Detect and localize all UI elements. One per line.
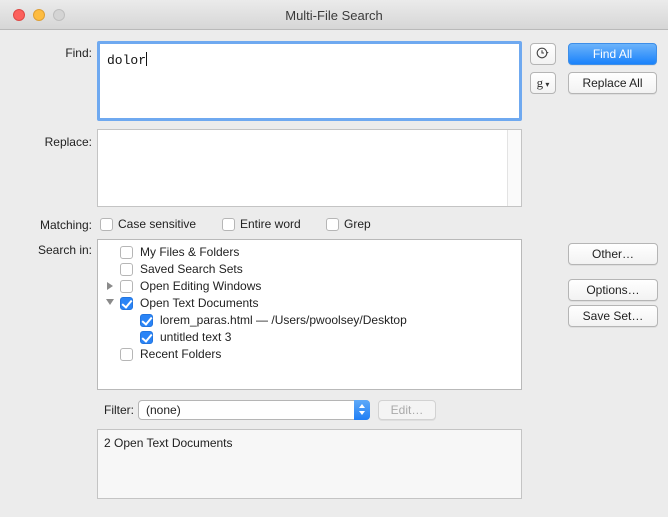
filter-popup[interactable]: (none) xyxy=(138,400,370,420)
find-field[interactable]: dolor xyxy=(97,41,522,121)
replace-label: Replace: xyxy=(44,135,92,149)
open-editing-windows-checkbox[interactable] xyxy=(120,280,133,293)
list-item: Saved Search Sets xyxy=(140,262,243,276)
options-button[interactable]: Options… xyxy=(568,279,658,301)
find-all-button[interactable]: Find All xyxy=(568,43,657,65)
entire-word-label: Entire word xyxy=(240,217,301,231)
saved-search-sets-checkbox[interactable] xyxy=(120,263,133,276)
other-button[interactable]: Other… xyxy=(568,243,658,265)
list-item: Open Editing Windows xyxy=(140,279,262,293)
matching-label: Matching: xyxy=(39,218,92,232)
list-item: Recent Folders xyxy=(140,347,222,361)
chevron-down-icon: ▾ xyxy=(543,80,550,89)
disclosure-triangle-collapsed-icon[interactable] xyxy=(107,282,113,290)
summary-box: 2 Open Text Documents xyxy=(97,429,522,499)
multi-file-search-window: Multi-File Search Find: dolor g ▾ Find A… xyxy=(0,0,668,517)
lorem-paras-checkbox[interactable] xyxy=(140,314,153,327)
search-history-button[interactable] xyxy=(530,43,556,65)
filter-label: Filter: xyxy=(104,403,134,417)
title-bar: Multi-File Search xyxy=(0,0,668,30)
search-in-label: Search in: xyxy=(37,243,92,257)
disclosure-triangle-expanded-icon[interactable] xyxy=(106,299,114,305)
open-text-documents-checkbox[interactable] xyxy=(120,297,133,310)
grep-checkbox[interactable] xyxy=(326,218,339,231)
filter-selected-value: (none) xyxy=(146,403,181,417)
summary-text: 2 Open Text Documents xyxy=(104,436,233,450)
case-sensitive-label: Case sensitive xyxy=(118,217,197,231)
list-item: Open Text Documents xyxy=(140,296,259,310)
search-in-list: My Files & Folders Saved Search Sets Ope… xyxy=(97,239,522,390)
recent-folders-checkbox[interactable] xyxy=(120,348,133,361)
list-item: untitled text 3 xyxy=(160,330,232,344)
replace-all-button[interactable]: Replace All xyxy=(568,72,657,94)
find-field-text: dolor xyxy=(107,53,147,68)
grep-patterns-button[interactable]: g ▾ xyxy=(530,72,556,94)
replace-scrollbar[interactable] xyxy=(507,130,521,206)
replace-field[interactable] xyxy=(97,129,522,207)
popup-chevron-icon xyxy=(354,400,370,420)
list-item: lorem_paras.html — /Users/pwoolsey/Deskt… xyxy=(160,313,407,327)
save-set-button[interactable]: Save Set… xyxy=(568,305,658,327)
text-caret xyxy=(146,52,148,66)
edit-filter-button[interactable]: Edit… xyxy=(378,400,436,420)
my-files-folders-checkbox[interactable] xyxy=(120,246,133,259)
clock-icon xyxy=(536,47,549,59)
entire-word-checkbox[interactable] xyxy=(222,218,235,231)
list-item: My Files & Folders xyxy=(140,245,240,259)
case-sensitive-checkbox[interactable] xyxy=(100,218,113,231)
window-title: Multi-File Search xyxy=(285,8,383,23)
untitled-text-3-checkbox[interactable] xyxy=(140,331,153,344)
find-label: Find: xyxy=(65,46,92,60)
grep-label: Grep xyxy=(344,217,371,231)
